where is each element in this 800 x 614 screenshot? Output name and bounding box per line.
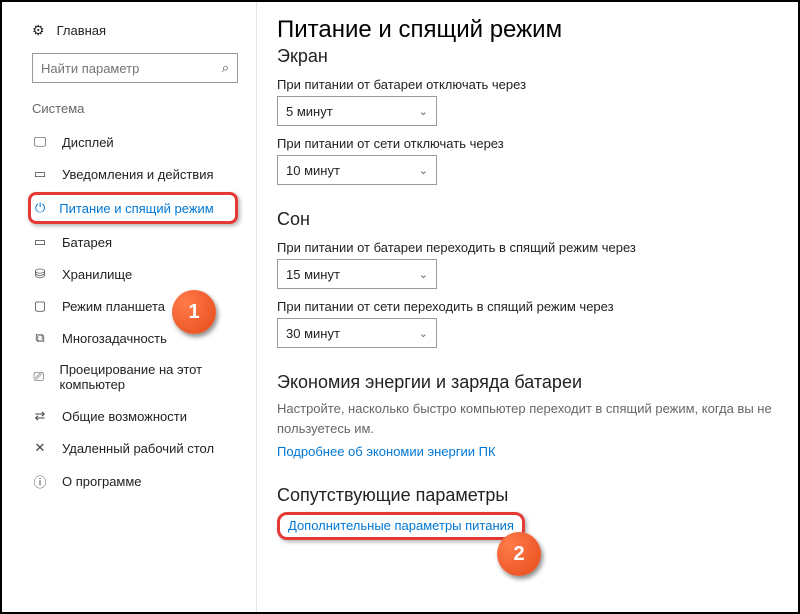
sidebar-item-label: Общие возможности <box>62 409 187 424</box>
search-input[interactable]: ⌕ <box>32 53 238 83</box>
sidebar-item-battery[interactable]: ▭ Батарея <box>2 226 256 258</box>
sidebar-item-storage[interactable]: ⛁ Хранилище <box>2 258 256 290</box>
select-value: 15 минут <box>286 267 340 282</box>
page-title: Питание и спящий режим <box>277 16 774 44</box>
sidebar-item-label: Уведомления и действия <box>62 167 214 182</box>
additional-power-link[interactable]: Дополнительные параметры питания <box>288 518 514 533</box>
related-link-highlight: Дополнительные параметры питания <box>277 512 525 540</box>
sidebar-item-power[interactable]: ⏻ Питание и спящий режим <box>28 192 238 224</box>
sidebar-item-display[interactable]: 🖵 Дисплей <box>2 126 256 158</box>
chevron-down-icon: ⌄ <box>419 164 428 177</box>
sidebar-item-shared[interactable]: ⇄ Общие возможности <box>2 400 256 432</box>
sidebar-item-multitasking[interactable]: ⧉ Многозадачность <box>2 322 256 354</box>
sidebar: ⚙ Главная ⌕ Система 🖵 Дисплей ▭ Уведомле… <box>2 2 257 612</box>
gear-icon: ⚙ <box>32 22 45 39</box>
sidebar-item-label: Проецирование на этот компьютер <box>59 362 238 392</box>
sleep-plugged-label: При питании от сети переходить в спящий … <box>277 299 774 314</box>
sidebar-item-label: Многозадачность <box>62 331 167 346</box>
screen-battery-select[interactable]: 5 минут ⌄ <box>277 96 437 126</box>
sidebar-item-label: Батарея <box>62 235 112 250</box>
sidebar-item-label: Хранилище <box>62 267 132 282</box>
sidebar-item-label: Дисплей <box>62 135 114 150</box>
content-area: Питание и спящий режим Экран При питании… <box>257 2 798 612</box>
shared-icon: ⇄ <box>32 408 48 424</box>
about-icon: ⓘ <box>32 472 48 491</box>
energy-link[interactable]: Подробнее об экономии энергии ПК <box>277 444 496 459</box>
sidebar-item-label: О программе <box>62 474 142 489</box>
select-value: 5 минут <box>286 104 333 119</box>
category-label: Система <box>2 97 256 126</box>
sleep-plugged-select[interactable]: 30 минут ⌄ <box>277 318 437 348</box>
energy-desc: Настройте, насколько быстро компьютер пе… <box>277 399 774 438</box>
notifications-icon: ▭ <box>32 166 48 182</box>
sidebar-item-label: Питание и спящий режим <box>59 201 213 216</box>
energy-heading: Экономия энергии и заряда батареи <box>277 372 774 393</box>
remote-icon: ✕ <box>32 440 48 456</box>
sidebar-item-remote[interactable]: ✕ Удаленный рабочий стол <box>2 432 256 464</box>
sidebar-item-notifications[interactable]: ▭ Уведомления и действия <box>2 158 256 190</box>
display-icon: 🖵 <box>32 134 48 150</box>
search-icon: ⌕ <box>222 60 229 76</box>
screen-battery-label: При питании от батареи отключать через <box>277 77 774 92</box>
screen-plugged-label: При питании от сети отключать через <box>277 136 774 151</box>
storage-icon: ⛁ <box>32 266 48 282</box>
chevron-down-icon: ⌄ <box>419 268 428 281</box>
related-heading: Сопутствующие параметры <box>277 485 774 506</box>
chevron-down-icon: ⌄ <box>419 327 428 340</box>
projecting-icon: ⎚ <box>32 369 45 385</box>
sleep-battery-select[interactable]: 15 минут ⌄ <box>277 259 437 289</box>
home-label: Главная <box>57 23 106 38</box>
select-value: 10 минут <box>286 163 340 178</box>
multitask-icon: ⧉ <box>32 330 48 346</box>
battery-icon: ▭ <box>32 234 48 250</box>
select-value: 30 минут <box>286 326 340 341</box>
power-icon: ⏻ <box>35 200 45 216</box>
screen-heading: Экран <box>277 46 774 67</box>
sidebar-item-label: Удаленный рабочий стол <box>62 441 214 456</box>
sleep-battery-label: При питании от батареи переходить в спящ… <box>277 240 774 255</box>
tablet-icon: ▢ <box>32 298 48 314</box>
search-field[interactable] <box>41 61 222 76</box>
sleep-heading: Сон <box>277 209 774 230</box>
sidebar-item-label: Режим планшета <box>62 299 165 314</box>
annotation-badge-2: 2 <box>497 532 541 576</box>
home-link[interactable]: ⚙ Главная <box>2 22 256 53</box>
screen-plugged-select[interactable]: 10 минут ⌄ <box>277 155 437 185</box>
sidebar-item-tablet[interactable]: ▢ Режим планшета <box>2 290 256 322</box>
chevron-down-icon: ⌄ <box>419 105 428 118</box>
sidebar-item-about[interactable]: ⓘ О программе <box>2 464 256 499</box>
sidebar-item-projecting[interactable]: ⎚ Проецирование на этот компьютер <box>2 354 256 400</box>
annotation-badge-1: 1 <box>172 290 216 334</box>
